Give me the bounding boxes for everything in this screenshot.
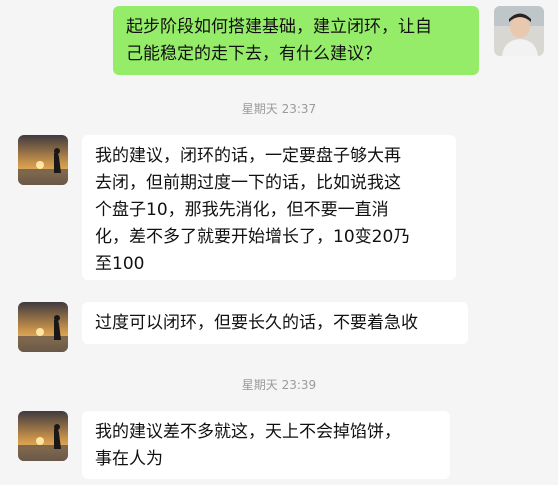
chat-message-list[interactable]: 起步阶段如何搭建基础，建立闭环，让自 己能稳定的走下去，有什么建议？ 星期天 2… [0,0,558,485]
contact-avatar[interactable] [18,411,68,461]
message-timestamp: 星期天 23:39 [241,378,317,392]
message-text-line: 至100 [95,254,145,274]
message-text-line: 己能稳定的走下去，有什么建议？ [126,44,381,64]
message-text-line: 个盘子10，那我先消化，但不要一直消 [95,200,389,220]
my-avatar[interactable] [494,6,544,56]
sunset-avatar-icon [18,135,68,185]
message-bubble-incoming[interactable]: 过度可以闭环，但要长久的话，不要着急收 [82,302,468,344]
message-bubble-incoming[interactable]: 我的建议，闭环的话，一定要盘子够大再 去闭，但前期过度一下的话，比如说我这 个盘… [82,135,456,280]
message-text-line: 起步阶段如何搭建基础，建立闭环，让自 [126,17,432,37]
sunset-avatar-icon [18,411,68,461]
message-bubble-outgoing[interactable]: 起步阶段如何搭建基础，建立闭环，让自 己能稳定的走下去，有什么建议？ [113,6,479,75]
message-text-line: 化，差不多了就要开始增长了，10变20乃 [95,227,411,247]
message-timestamp: 星期天 23:37 [241,102,317,116]
sunset-avatar-icon [18,302,68,352]
contact-avatar[interactable] [18,135,68,185]
message-text-line: 过度可以闭环，但要长久的话，不要着急收 [95,313,418,333]
message-text-line: 去闭，但前期过度一下的话，比如说我这 [95,173,401,193]
message-text-line: 我的建议差不多就这，天上不会掉馅饼， [95,422,401,442]
message-text-line: 我的建议，闭环的话，一定要盘子够大再 [95,146,401,166]
message-text-line: 事在人为 [95,449,163,469]
contact-avatar[interactable] [18,302,68,352]
person-avatar-icon [494,6,544,56]
message-bubble-incoming[interactable]: 我的建议差不多就这，天上不会掉馅饼， 事在人为 [82,411,450,479]
